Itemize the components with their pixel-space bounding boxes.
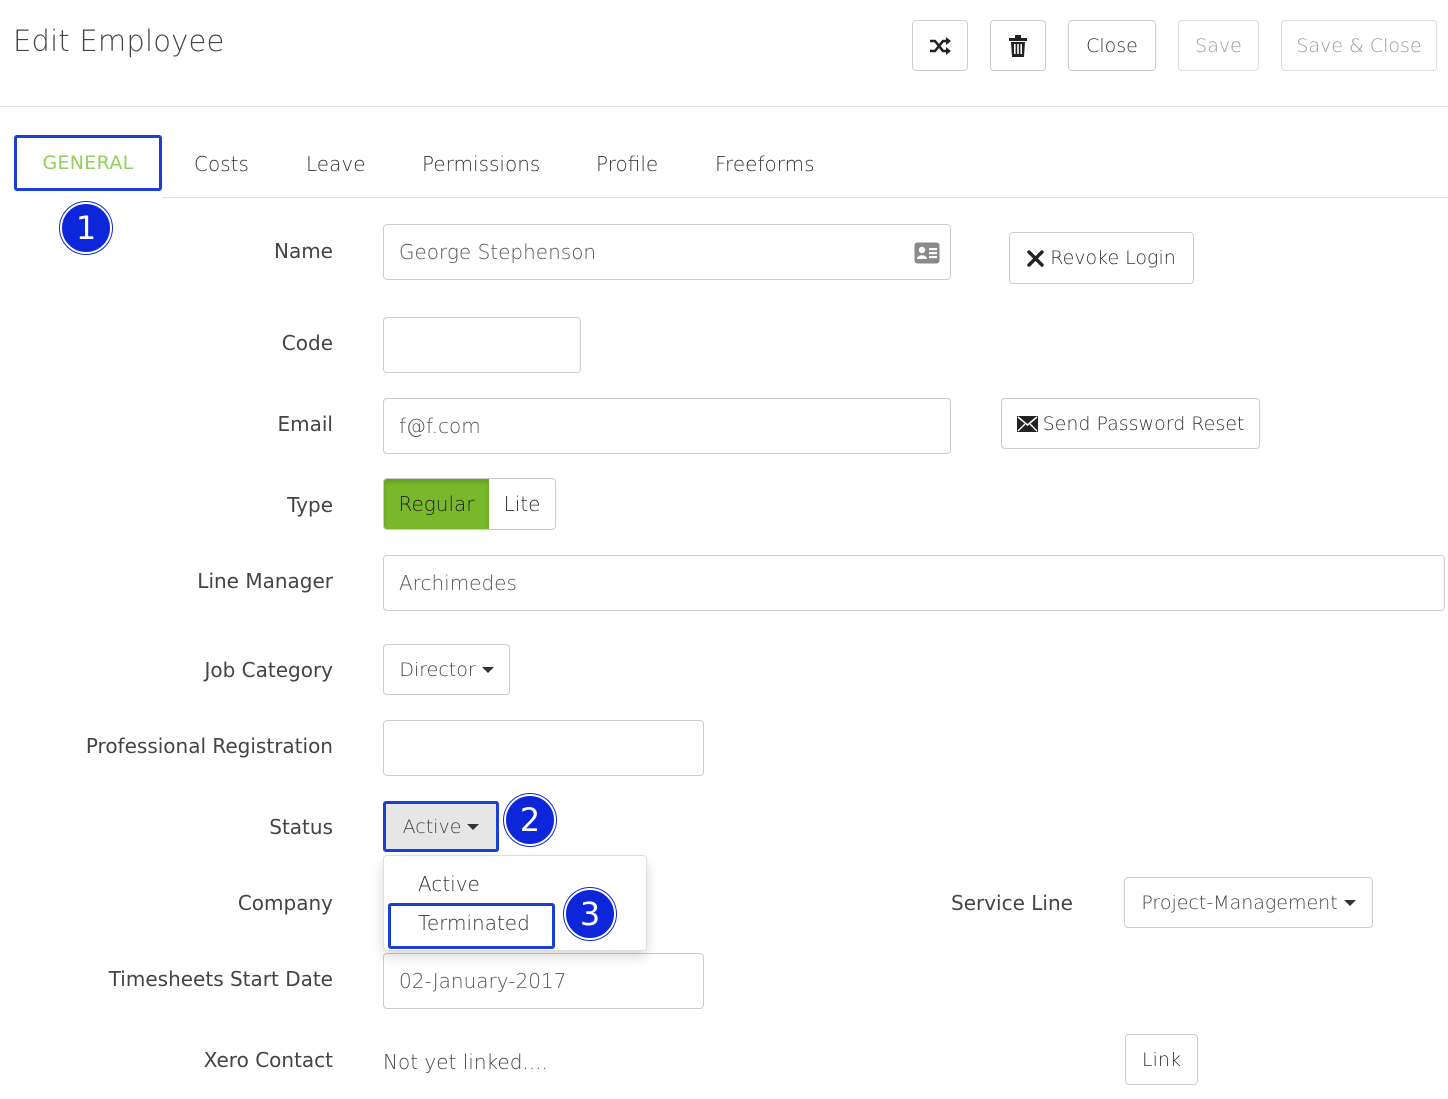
name-input[interactable]: George Stephenson xyxy=(383,224,951,280)
email-label: Email xyxy=(277,412,334,436)
type-option-lite[interactable]: Lite xyxy=(489,479,555,529)
professional-registration-input[interactable] xyxy=(383,720,704,776)
xero-link-button[interactable]: Link xyxy=(1125,1034,1198,1085)
xero-contact-status: Not yet linked.... xyxy=(383,1050,548,1074)
trash-icon xyxy=(1009,34,1027,57)
send-password-reset-label: Send Password Reset xyxy=(1042,412,1245,435)
delete-button[interactable] xyxy=(990,20,1046,71)
service-line-label: Service Line xyxy=(951,891,1073,915)
save-and-close-button[interactable]: Save & Close xyxy=(1281,20,1437,71)
tab-permissions[interactable]: Permissions xyxy=(422,152,540,176)
timesheets-start-date-label: Timesheets Start Date xyxy=(108,967,333,991)
email-input[interactable]: f@f.com xyxy=(383,398,951,454)
shuffle-icon xyxy=(928,36,952,56)
annotation-marker-1: 1 xyxy=(60,202,112,254)
job-category-dropdown[interactable]: Director xyxy=(383,644,510,695)
type-toggle[interactable]: Regular Lite xyxy=(383,478,556,530)
annotation-marker-3: 3 xyxy=(564,888,616,940)
name-value: George Stephenson xyxy=(399,240,597,264)
job-category-label: Job Category xyxy=(204,658,333,682)
professional-registration-label: Professional Registration xyxy=(85,734,333,758)
status-value: Active xyxy=(402,815,462,838)
revoke-login-label: Revoke Login xyxy=(1050,247,1176,269)
close-button[interactable]: Close xyxy=(1068,20,1156,71)
tab-general[interactable]: GENERAL xyxy=(14,135,162,191)
header-divider xyxy=(0,106,1448,107)
tab-profile[interactable]: Profile xyxy=(596,152,658,176)
line-manager-label: Line Manager xyxy=(197,569,333,593)
annotation-marker-2: 2 xyxy=(504,794,556,846)
type-option-regular[interactable]: Regular xyxy=(384,479,489,529)
xero-contact-label: Xero Contact xyxy=(203,1048,333,1072)
status-label: Status xyxy=(269,815,333,839)
type-label: Type xyxy=(287,493,333,517)
tab-freeforms[interactable]: Freeforms xyxy=(715,152,815,176)
code-label: Code xyxy=(281,331,333,355)
service-line-dropdown[interactable]: Project-Management xyxy=(1124,877,1373,928)
caret-down-icon xyxy=(481,666,494,673)
service-line-value: Project-Management xyxy=(1141,891,1338,914)
name-label: Name xyxy=(273,239,333,263)
timesheets-start-date-input[interactable]: 02-January-2017 xyxy=(383,953,704,1009)
caret-down-icon xyxy=(1343,899,1356,906)
tabs-divider xyxy=(162,197,1448,198)
close-x-icon xyxy=(1027,249,1044,267)
tab-costs[interactable]: Costs xyxy=(194,152,249,176)
page-title: Edit Employee xyxy=(13,24,225,58)
status-option-active[interactable]: Active xyxy=(418,872,480,896)
save-button[interactable]: Save xyxy=(1178,20,1259,71)
job-category-value: Director xyxy=(399,658,476,681)
status-dropdown[interactable]: Active xyxy=(383,801,499,852)
company-label: Company xyxy=(237,891,333,915)
caret-down-icon xyxy=(467,823,480,830)
line-manager-input[interactable]: Archimedes xyxy=(383,555,1445,611)
envelope-icon xyxy=(1016,415,1038,432)
send-password-reset-button[interactable]: Send Password Reset xyxy=(1001,398,1260,449)
contact-card-icon[interactable] xyxy=(914,242,940,269)
status-option-terminated[interactable]: Terminated xyxy=(418,911,530,935)
shuffle-button[interactable] xyxy=(912,20,968,71)
revoke-login-button[interactable]: Revoke Login xyxy=(1009,232,1194,284)
code-input[interactable] xyxy=(383,317,581,373)
tab-leave[interactable]: Leave xyxy=(306,152,366,176)
